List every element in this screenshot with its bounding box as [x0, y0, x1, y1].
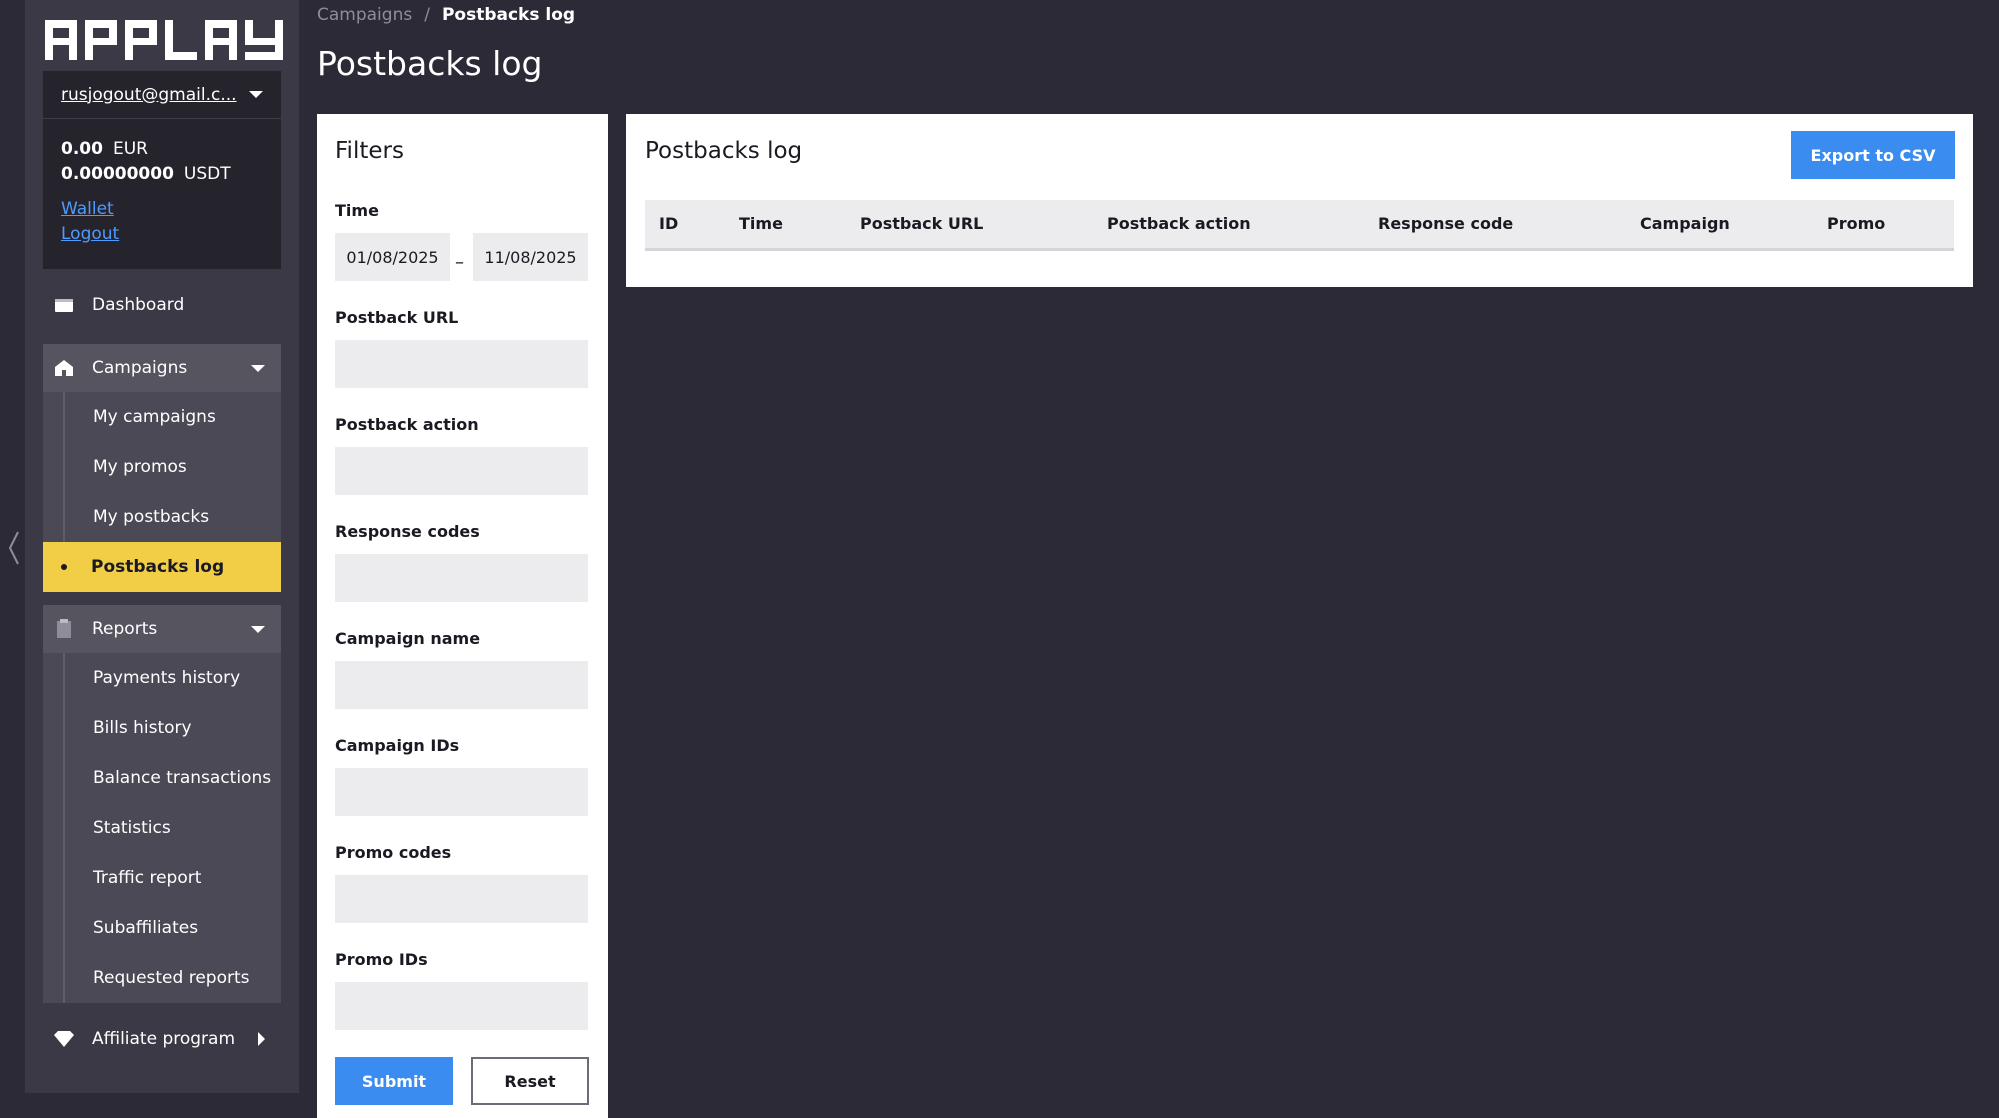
postback-action-label: Postback action	[335, 415, 479, 434]
breadcrumb: Campaigns / Postbacks log	[317, 5, 575, 25]
sidebar-item-label: My campaigns	[93, 407, 216, 427]
column-header-postback-url[interactable]: Postback URL	[860, 214, 983, 233]
postback-action-input[interactable]	[335, 447, 588, 495]
date-from-input[interactable]: 01/08/2025	[335, 233, 450, 281]
sidebar-item-traffic-report[interactable]: Traffic report	[63, 853, 281, 903]
sidebar-item-my-postbacks[interactable]: My postbacks	[63, 492, 281, 542]
campaign-ids-input[interactable]	[335, 768, 588, 816]
postbacks-log-panel: Postbacks log Export to CSV ID Time Post…	[626, 114, 1973, 287]
postback-url-label: Postback URL	[335, 308, 459, 327]
sidebar-item-label: Campaigns	[92, 358, 188, 378]
wallet-link[interactable]: Wallet	[61, 197, 263, 222]
sidebar-item-label: My promos	[93, 457, 187, 477]
sidebar-item-label: Postbacks log	[91, 557, 225, 577]
balance-currency: USDT	[183, 164, 231, 184]
page-title: Postbacks log	[317, 44, 543, 83]
filters-panel: Filters Time 01/08/2025 – 11/08/2025 Pos…	[317, 114, 608, 1118]
sidebar-item-label: Traffic report	[93, 868, 202, 888]
sidebar-item-bills-history[interactable]: Bills history	[63, 703, 281, 753]
column-header-id[interactable]: ID	[659, 214, 678, 233]
reset-button[interactable]: Reset	[471, 1057, 589, 1105]
breadcrumb-current: Postbacks log	[441, 5, 576, 25]
sidebar-item-label: Affiliate program	[92, 1029, 236, 1049]
chevron-down-icon[interactable]	[251, 364, 265, 372]
reports-submenu: Payments history Bills history Balance t…	[43, 653, 281, 1003]
time-label: Time	[335, 201, 379, 220]
sidebar-item-label: Bills history	[93, 718, 192, 738]
sidebar-item-requested-reports[interactable]: Requested reports	[63, 953, 281, 1003]
filters-title: Filters	[335, 138, 404, 164]
column-header-response-code[interactable]: Response code	[1378, 214, 1513, 233]
sidebar: rusjogout@gmail.c... 0.00 EUR 0.00000000…	[25, 0, 299, 1093]
postback-url-input[interactable]	[335, 340, 588, 388]
column-header-postback-action[interactable]: Postback action	[1107, 214, 1251, 233]
promo-codes-label: Promo codes	[335, 843, 452, 862]
sidebar-item-dashboard[interactable]: Dashboard	[43, 281, 281, 329]
home-icon	[53, 357, 75, 379]
applay-logo[interactable]	[45, 20, 283, 60]
clipboard-icon	[53, 618, 75, 640]
campaign-name-label: Campaign name	[335, 629, 481, 648]
log-title: Postbacks log	[645, 138, 803, 164]
sidebar-item-label: Balance transactions	[93, 768, 272, 788]
sidebar-item-label: Dashboard	[92, 295, 185, 315]
balance-currency: EUR	[112, 139, 148, 159]
submit-button[interactable]: Submit	[335, 1057, 453, 1105]
sidebar-item-label: Payments history	[93, 668, 241, 688]
response-codes-label: Response codes	[335, 522, 480, 541]
column-header-time[interactable]: Time	[739, 214, 783, 233]
sidebar-group-campaigns[interactable]: Campaigns	[43, 344, 281, 392]
sidebar-item-label: Subaffiliates	[93, 918, 199, 938]
campaign-ids-label: Campaign IDs	[335, 736, 460, 755]
column-header-promo[interactable]: Promo	[1827, 214, 1885, 233]
date-to-input[interactable]: 11/08/2025	[473, 233, 588, 281]
column-header-campaign[interactable]: Campaign	[1640, 214, 1730, 233]
campaigns-submenu: My campaigns My promos My postbacks Post…	[43, 392, 281, 592]
sidebar-item-label: Reports	[92, 619, 158, 639]
chevron-right-icon[interactable]	[258, 1032, 265, 1046]
sidebar-item-subaffiliates[interactable]: Subaffiliates	[63, 903, 281, 953]
response-codes-input[interactable]	[335, 554, 588, 602]
chevron-down-icon[interactable]	[251, 625, 265, 633]
balance-amount: 0.00	[61, 139, 103, 159]
account-dropdown[interactable]: rusjogout@gmail.c...	[43, 71, 281, 119]
balance-usdt: 0.00000000 USDT	[61, 162, 263, 187]
sidebar-item-label: Requested reports	[93, 968, 250, 988]
balance-eur: 0.00 EUR	[61, 137, 263, 162]
sidebar-item-statistics[interactable]: Statistics	[63, 803, 281, 853]
account-panel: rusjogout@gmail.c... 0.00 EUR 0.00000000…	[43, 71, 281, 269]
dashboard-icon	[53, 294, 75, 316]
table-header: ID Time Postback URL Postback action Res…	[645, 200, 1954, 251]
sidebar-item-my-campaigns[interactable]: My campaigns	[63, 392, 281, 442]
sidebar-item-label: My postbacks	[93, 507, 210, 527]
collapse-sidebar-icon[interactable]	[4, 528, 24, 568]
sidebar-item-postbacks-log[interactable]: Postbacks log	[43, 542, 281, 592]
promo-ids-label: Promo IDs	[335, 950, 428, 969]
account-email[interactable]: rusjogout@gmail.c...	[61, 85, 237, 105]
breadcrumb-campaigns[interactable]: Campaigns	[317, 5, 412, 25]
sidebar-group-reports[interactable]: Reports	[43, 605, 281, 653]
promo-ids-input[interactable]	[335, 982, 588, 1030]
active-dot	[61, 564, 67, 570]
balance-amount: 0.00000000	[61, 164, 174, 184]
logout-link[interactable]: Logout	[61, 222, 263, 247]
diamond-icon	[53, 1028, 75, 1050]
date-separator: –	[455, 252, 464, 273]
campaign-name-input[interactable]	[335, 661, 588, 709]
balances: 0.00 EUR 0.00000000 USDT	[43, 119, 281, 187]
breadcrumb-separator: /	[424, 5, 430, 25]
sidebar-item-my-promos[interactable]: My promos	[63, 442, 281, 492]
sidebar-item-payments-history[interactable]: Payments history	[63, 653, 281, 703]
export-csv-button[interactable]: Export to CSV	[1791, 131, 1955, 179]
sidebar-item-label: Statistics	[93, 818, 171, 838]
sidebar-group-affiliate-program[interactable]: Affiliate program	[43, 1015, 281, 1063]
chevron-down-icon[interactable]	[249, 91, 263, 98]
promo-codes-input[interactable]	[335, 875, 588, 923]
sidebar-item-balance-transactions[interactable]: Balance transactions	[63, 753, 281, 803]
